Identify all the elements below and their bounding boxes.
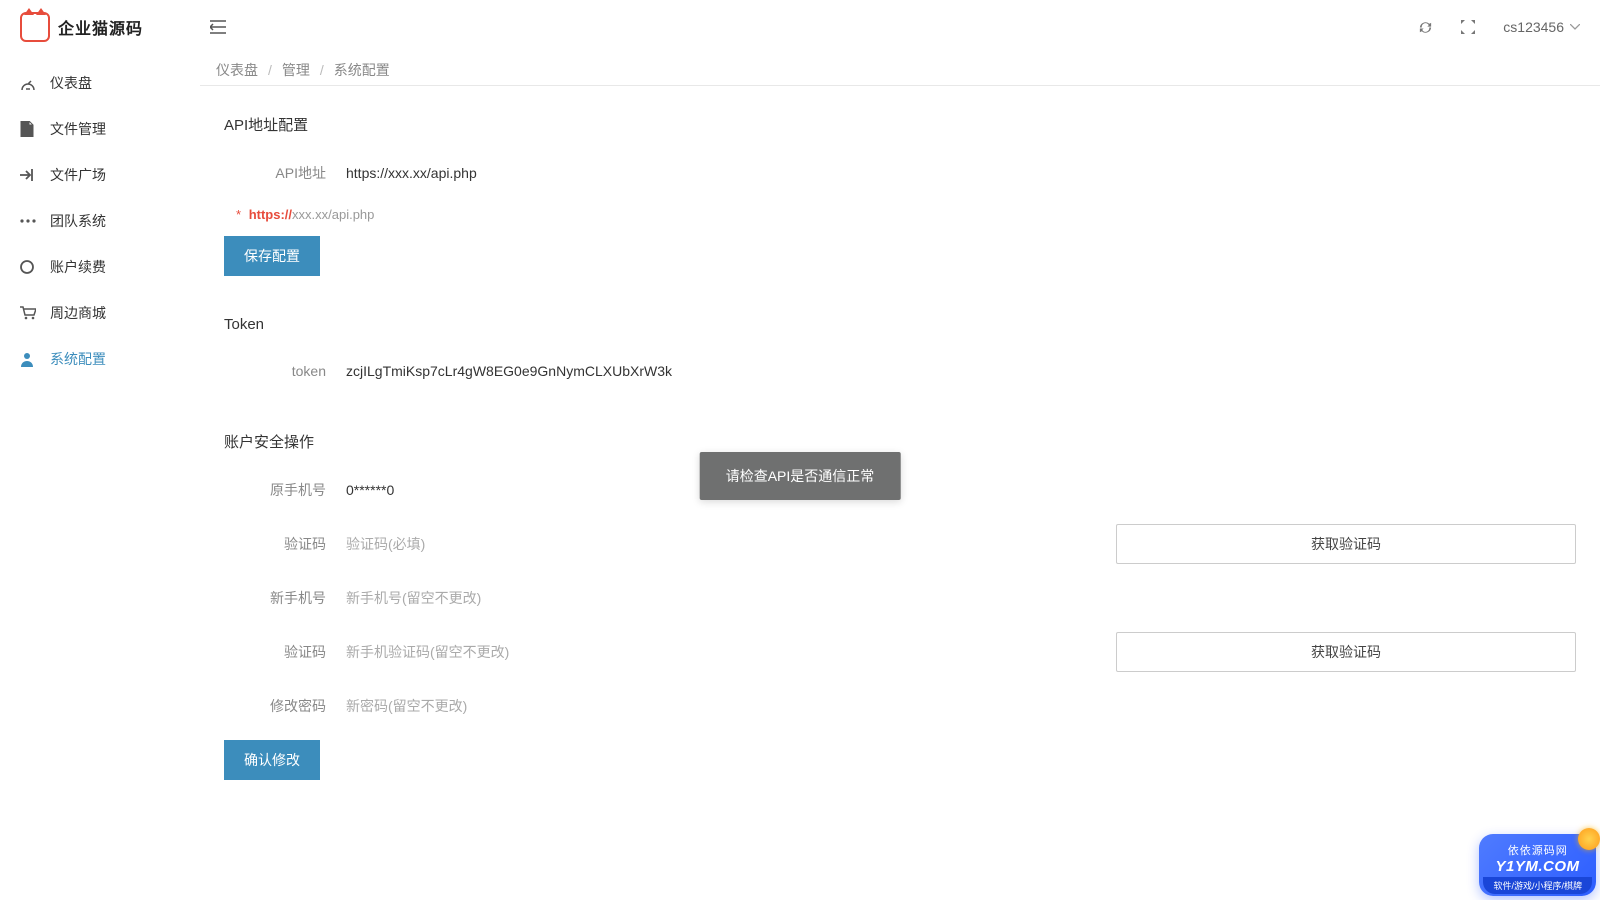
sidebar-item-renew[interactable]: 账户续费 (0, 244, 200, 290)
sidebar-item-team[interactable]: 团队系统 (0, 198, 200, 244)
sidebar: 仪表盘 文件管理 文件广场 团队系统 账户续费 周边商城 系统配置 (0, 54, 200, 900)
hint-protocol: https:// (249, 207, 292, 222)
dashboard-icon (20, 76, 36, 90)
sidebar-item-settings[interactable]: 系统配置 (0, 336, 200, 382)
breadcrumb-item: 系统配置 (334, 60, 390, 80)
api-hint: * https://xxx.xx/api.php (236, 207, 1576, 222)
row-code2: 验证码 获取验证码 (224, 632, 1576, 672)
sidebar-item-label: 文件广场 (50, 165, 106, 185)
label-token: token (224, 363, 344, 379)
refresh-icon (1418, 20, 1433, 35)
new-phone-input[interactable] (344, 578, 1214, 618)
sidebar-item-label: 仪表盘 (50, 73, 92, 93)
row-api-url: API地址 (224, 153, 1576, 193)
share-icon (20, 168, 36, 182)
watermark-url: Y1YM.COM (1495, 858, 1579, 875)
row-code1: 验证码 获取验证码 (224, 524, 1576, 564)
save-config-button[interactable]: 保存配置 (224, 236, 320, 276)
label-password: 修改密码 (224, 696, 344, 716)
label-api-url: API地址 (224, 163, 344, 183)
row-password: 修改密码 (224, 686, 1576, 726)
sidebar-item-label: 系统配置 (50, 349, 106, 369)
get-code2-button[interactable]: 获取验证码 (1116, 632, 1576, 672)
logo-text: 企业猫源码 (58, 15, 143, 39)
sidebar-item-label: 团队系统 (50, 211, 106, 231)
top-header: 企业猫源码 cs123456 (0, 0, 1600, 54)
section-title-security: 账户安全操作 (224, 431, 1576, 452)
toast-message: 请检查API是否通信正常 (700, 452, 901, 500)
confirm-modify-button[interactable]: 确认修改 (224, 740, 320, 780)
logo-cat-icon (20, 12, 50, 42)
sidebar-item-label: 账户续费 (50, 257, 106, 277)
label-new-phone: 新手机号 (224, 588, 344, 608)
circle-icon (20, 260, 36, 274)
label-old-phone: 原手机号 (224, 480, 344, 500)
hint-rest: xxx.xx/api.php (292, 207, 374, 222)
cart-icon (20, 306, 36, 320)
dots-icon (20, 219, 36, 223)
api-url-input[interactable] (344, 153, 1214, 193)
refresh-button[interactable] (1418, 20, 1433, 35)
watermark-title: 依依源码网 (1495, 842, 1580, 858)
collapse-sidebar-button[interactable] (200, 14, 236, 40)
watermark: 依依源码网 Y1YM.COM 软件/游戏/小程序/棋牌 (1479, 834, 1596, 896)
watermark-sub: 软件/游戏/小程序/棋牌 (1483, 877, 1592, 894)
row-new-phone: 新手机号 (224, 578, 1576, 618)
sidebar-item-plaza[interactable]: 文件广场 (0, 152, 200, 198)
label-code1: 验证码 (224, 534, 344, 554)
breadcrumb-sep: / (320, 62, 324, 78)
code2-input[interactable] (344, 632, 1104, 672)
fullscreen-button[interactable] (1461, 20, 1475, 34)
logo[interactable]: 企业猫源码 (20, 12, 200, 42)
code1-input[interactable] (344, 524, 1104, 564)
sidebar-item-label: 周边商城 (50, 303, 106, 323)
sidebar-item-label: 文件管理 (50, 119, 106, 139)
watermark-badge: 依依源码网 Y1YM.COM 软件/游戏/小程序/棋牌 (1479, 834, 1596, 896)
user-menu[interactable]: cs123456 (1503, 19, 1580, 35)
required-star: * (236, 207, 241, 222)
token-input[interactable] (344, 351, 1214, 391)
breadcrumb-sep: / (268, 62, 272, 78)
breadcrumb: 仪表盘 / 管理 / 系统配置 (200, 54, 1600, 86)
sidebar-item-dashboard[interactable]: 仪表盘 (0, 60, 200, 106)
get-code1-button[interactable]: 获取验证码 (1116, 524, 1576, 564)
breadcrumb-item[interactable]: 仪表盘 (216, 60, 258, 80)
menu-collapse-icon (210, 20, 226, 34)
chevron-down-icon (1570, 24, 1580, 30)
sidebar-item-files[interactable]: 文件管理 (0, 106, 200, 152)
section-title-api: API地址配置 (224, 114, 1576, 135)
breadcrumb-item[interactable]: 管理 (282, 60, 310, 80)
section-title-token: Token (224, 316, 1576, 333)
row-token: token (224, 351, 1576, 391)
user-name: cs123456 (1503, 19, 1564, 35)
sidebar-item-shop[interactable]: 周边商城 (0, 290, 200, 336)
label-code2: 验证码 (224, 642, 344, 662)
user-icon (20, 352, 36, 367)
file-icon (20, 121, 36, 137)
password-input[interactable] (344, 686, 1214, 726)
fullscreen-icon (1461, 20, 1475, 34)
header-right: cs123456 (1418, 19, 1580, 35)
